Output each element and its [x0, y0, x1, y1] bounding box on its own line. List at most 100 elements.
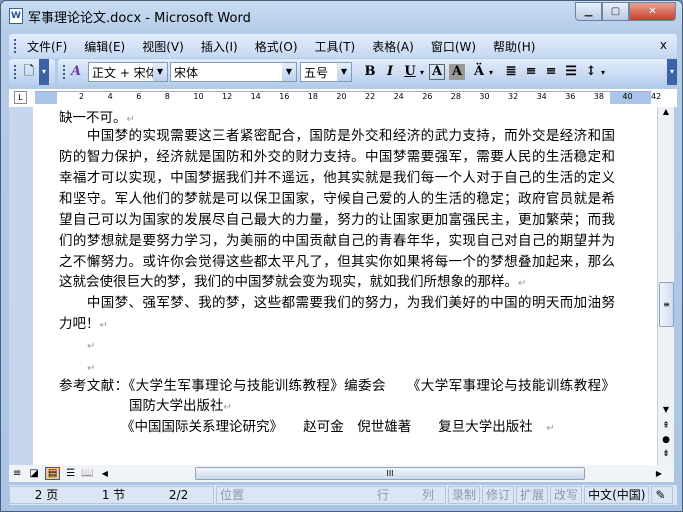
status-ovr[interactable]: 改写 — [550, 486, 583, 504]
menu-file[interactable]: 文件(F) — [27, 38, 67, 55]
menu-help[interactable]: 帮助(H) — [493, 38, 535, 55]
ruler-tick-label: 42 — [651, 92, 662, 101]
bold-button[interactable]: B — [360, 62, 380, 82]
distributed-icon[interactable]: ☰ — [561, 62, 581, 82]
line-text: 们的梦想就是要努力学习，为美丽的中国贡献自己的青春年华，实现自己对自己的期望并为 — [59, 233, 615, 249]
ruler-tick-label: 18 — [307, 92, 318, 101]
ruler-tick-label: 6 — [136, 92, 142, 101]
scroll-right-icon[interactable]: ▶ — [656, 469, 662, 478]
paragraph-mark-icon: ↵ — [546, 423, 555, 434]
menu-window[interactable]: 窗口(W) — [431, 38, 476, 55]
close-button[interactable]: ✕ — [629, 2, 676, 21]
style-value: 正文 + 宋体 — [92, 65, 158, 80]
char-scaling-icon[interactable]: Ä — [469, 62, 489, 82]
outline-view-icon[interactable]: ☰ — [66, 468, 75, 479]
document-line: 中国梦的实现需要这三者紧密配合，国防是外交和经济的武力支持，而外交是经济和国 — [59, 127, 615, 145]
chevron-down-icon: ▼ — [153, 63, 167, 81]
line-text: 之不懈努力。或许你会觉得这些都太平凡了，但其实你如果将每一个的梦想叠加起来，那么 — [59, 254, 615, 270]
menu-bar: 文件(F) 编辑(E) 视图(V) 插入(I) 格式(O) 工具(T) 表格(A… — [9, 34, 677, 58]
vertical-scroll-thumb[interactable]: ≡ — [659, 282, 674, 327]
style-select[interactable]: 正文 + 宋体 ▼ — [88, 62, 168, 82]
title-bar: W 军事理论论文.docx - Microsoft Word — [9, 7, 251, 26]
font-select[interactable]: 宋体 ▼ — [170, 62, 297, 82]
horizontal-ruler[interactable]: L 2 4 6 8 10 12 14 16 18 20 22 24 26 28 30 32 34 36 38 40 42 — [9, 89, 677, 107]
line-text: 缺一不可。 — [59, 110, 127, 126]
line-text: 参考文献：《大学生军事理论与技能训练教程》编委会 《大学军事理论与技能训练教程》 — [59, 378, 615, 394]
menu-format[interactable]: 格式(O) — [255, 38, 298, 55]
browse-object-icon[interactable]: ● — [658, 435, 674, 445]
italic-button[interactable]: I — [380, 62, 400, 82]
grip-icon — [14, 65, 16, 79]
chevron-down-icon[interactable]: ▾ — [420, 68, 424, 77]
maximize-button[interactable]: ▢ — [602, 2, 629, 21]
horizontal-scroll-thumb[interactable]: III — [195, 467, 585, 480]
underline-button[interactable]: U — [400, 62, 420, 82]
chevron-down-icon: ▼ — [282, 63, 296, 81]
line-text: 望自己可以为国家的发展尽自己最大的力量，努力的让国家更加富强民主，更加繁荣；而我 — [59, 212, 615, 228]
status-column: 列 — [422, 488, 435, 502]
document-line: 参考文献：《大学生军事理论与技能训练教程》编委会 《大学军事理论与技能训练教程》 — [59, 377, 615, 395]
status-ext[interactable]: 扩展 — [516, 486, 549, 504]
chevron-down-icon[interactable]: ▾ — [601, 68, 605, 77]
print-view-icon[interactable]: ▤ — [44, 467, 61, 480]
document-page[interactable]: 缺一不可。↵ 中国梦的实现需要这三者紧密配合，国防是外交和经济的武力支持，而外交… — [9, 107, 657, 465]
line-spacing-icon[interactable]: ↕ — [581, 62, 601, 82]
document-line: 缺一不可。↵ — [59, 109, 615, 127]
line-text: 这就会使很巨大的梦，我们的中国梦就会变为现实，就如我们所想象的那样。 — [59, 274, 518, 290]
close-document-button[interactable]: x — [660, 38, 667, 52]
document-line: 力吧！↵ — [59, 315, 615, 333]
position-info: 位置 行 列 — [216, 486, 446, 504]
ruler-tick-label: 38 — [593, 92, 604, 101]
previous-page-icon[interactable]: ⇞ — [658, 421, 674, 431]
menu-tools[interactable]: 工具(T) — [315, 38, 356, 55]
ruler-tick-label: 32 — [508, 92, 519, 101]
reading-view-icon[interactable]: 📖 — [81, 468, 93, 479]
web-view-icon[interactable]: ◪ — [29, 468, 38, 479]
styles-icon[interactable]: A — [66, 62, 86, 82]
vertical-scrollbar[interactable]: ▲ ≡ ▼ ⇞ ● ⇟ — [657, 107, 674, 465]
char-border-button[interactable]: A — [429, 64, 446, 80]
scroll-left-icon[interactable]: ◀ — [102, 469, 108, 478]
line-text: 力吧！ — [59, 316, 100, 332]
justify-icon[interactable]: ≣ — [501, 62, 521, 82]
paragraph-mark-icon: ↵ — [87, 363, 96, 374]
ruler-tick-label: 14 — [250, 92, 261, 101]
ruler-tick-label: 12 — [222, 92, 233, 101]
align-right-icon[interactable]: ≡ — [541, 62, 561, 82]
status-rec[interactable]: 录制 — [448, 486, 481, 504]
menu-edit[interactable]: 编辑(E) — [84, 38, 125, 55]
new-document-icon[interactable]: 🗋 — [19, 62, 39, 82]
ruler-tick-label: 30 — [479, 92, 490, 101]
document-line: 《中国国际关系理论研究》 赵可金 倪世雄著 复旦大学出版社 ↵ — [121, 418, 657, 436]
horizontal-scroll-row: ≡ ◪ ▤ ☰ 📖 ◀ III ▶ — [9, 465, 674, 482]
minimize-button[interactable]: ▁ — [575, 2, 602, 21]
scroll-down-icon[interactable]: ▼ — [658, 405, 674, 414]
normal-view-icon[interactable]: ≡ — [13, 468, 21, 479]
word-window: W 军事理论论文.docx - Microsoft Word ▁ ▢ ✕ 文件(… — [0, 0, 683, 512]
char-shading-button[interactable]: A — [449, 64, 466, 80]
scroll-up-icon[interactable]: ▲ — [658, 107, 674, 116]
window-title: 军事理论论文.docx - Microsoft Word — [28, 10, 251, 26]
toolbar-options-button[interactable]: ▾ — [39, 59, 49, 85]
line-text: 幸福才可以实现，中国梦据我们并不遥远，他其实就是我们每一个人对于自己的生活的定义 — [59, 170, 615, 186]
align-center-icon[interactable]: ≡ — [521, 62, 541, 82]
ruler-tick-label: 40 — [622, 92, 633, 101]
status-language[interactable]: 中文(中国) — [584, 486, 650, 504]
document-line: 中国梦、强军梦、我的梦，这些都需要我们的努力，为我们美好的中国的明天而加油努 — [59, 294, 615, 312]
chevron-down-icon[interactable]: ▾ — [489, 68, 493, 77]
menu-insert[interactable]: 插入(I) — [201, 38, 238, 55]
menu-view[interactable]: 视图(V) — [142, 38, 184, 55]
paragraph-mark-icon: ↵ — [518, 278, 527, 289]
ruler-tick-label: 36 — [565, 92, 576, 101]
tab-selector-icon[interactable]: L — [14, 91, 27, 104]
status-trk[interactable]: 修订 — [482, 486, 515, 504]
toolbar-options-button[interactable]: ▾ — [667, 59, 677, 85]
font-size-select[interactable]: 五号 ▼ — [300, 62, 352, 82]
menu-table[interactable]: 表格(A) — [372, 38, 414, 55]
spelling-status-icon[interactable]: ✎ — [651, 486, 674, 504]
next-page-icon[interactable]: ⇟ — [658, 449, 674, 459]
status-position: 位置 — [220, 488, 245, 502]
ruler-tick-label: 20 — [336, 92, 347, 101]
ruler-tick-label: 24 — [393, 92, 404, 101]
line-text: 中国梦、强军梦、我的梦，这些都需要我们的努力，为我们美好的中国的明天而加油努 — [59, 295, 615, 311]
